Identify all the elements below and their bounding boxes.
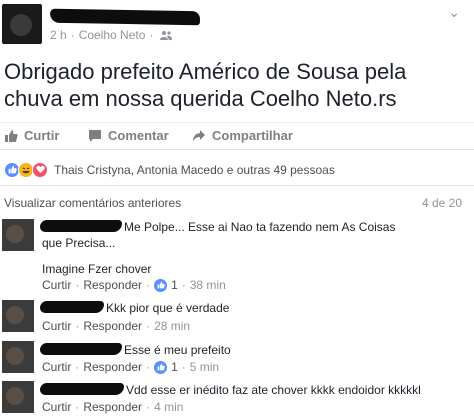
previous-comments-row: Visualizar comentários anteriores 4 de 2… [4,196,466,210]
view-previous-comments-link[interactable]: Visualizar comentários anteriores [4,196,181,210]
comment-reaction-count[interactable]: 1 [171,360,178,374]
comment-like-link[interactable]: Curtir [42,319,71,333]
comment-actions: Curtir · Responder · 1 · 5 min [42,360,220,374]
post-time[interactable]: 2 h [50,28,67,42]
comment-item: Esse é meu prefeito Curtir · Responder · 1… [0,337,474,377]
commenter-avatar[interactable] [2,341,34,373]
love-reaction-icon [32,161,48,178]
comment-like-link[interactable]: Curtir [42,400,71,414]
comment-text: Me Polpe... Esse ai Nao ta fazendo nem A… [42,220,396,250]
comment-text: Esse é meu prefeito [124,343,231,357]
author-avatar[interactable] [2,4,42,44]
comment-text: Kkk pior que é verdade [106,301,230,315]
post-text: Obrigado prefeito Américo de Sousa pela … [4,59,407,111]
friends-icon[interactable] [160,29,173,40]
commenter-name-redacted[interactable] [40,343,122,355]
comment-reply-link[interactable]: Responder [83,319,142,333]
comment-text-extra: Imagine Fzer chover [42,262,152,276]
comment-like-link[interactable]: Curtir [42,360,71,374]
like-reaction-icon [154,278,168,292]
share-label: Compartilhar [212,128,293,143]
chevron-down-icon[interactable]: ⌄ [448,4,460,21]
post-header: 2 h · Coelho Neto · ⌄ [0,0,474,48]
commenter-avatar[interactable] [2,219,34,251]
comment-actions: Curtir · Responder · 4 min [42,400,184,414]
post-actions: Curtir Comentar Compartilhar [0,122,474,150]
comment-time[interactable]: 28 min [154,319,190,333]
share-button[interactable]: Compartilhar [192,128,293,143]
comment-icon [89,129,101,142]
thumbs-up-icon [5,129,18,142]
comment-text: Vdd esse er inédito faz ate chover kkkk … [126,383,421,397]
comment-reply-link[interactable]: Responder [83,400,142,414]
like-reaction-icon [154,360,168,374]
like-label: Curtir [24,128,60,143]
comment-reply-link[interactable]: Responder [83,360,142,374]
commenter-name-redacted[interactable] [40,301,104,313]
comment-actions: Curtir · Responder · 28 min [42,319,191,333]
comment-item: Kkk pior que é verdade Curtir · Responder… [0,296,474,336]
commenter-avatar[interactable] [2,381,34,413]
comments-count: 4 de 20 [421,196,462,210]
comment-label: Comentar [108,128,169,143]
post-meta: 2 h · Coelho Neto · [50,28,173,42]
comment-time[interactable]: 38 min [190,278,226,292]
reactions-text[interactable]: Thais Cristyna, Antonia Macedo e outras … [54,163,335,177]
comment-time[interactable]: 4 min [154,400,183,414]
comment-like-link[interactable]: Curtir [42,278,71,292]
commenter-avatar[interactable] [2,300,34,332]
comment-actions: Curtir · Responder · 1 · 38 min [42,278,226,292]
comment-item: Me Polpe... Esse ai Nao ta fazendo nem A… [0,215,474,295]
comment-button[interactable]: Comentar [88,128,169,143]
commenter-name-redacted[interactable] [40,383,124,395]
reactions-summary[interactable]: Thais Cristyna, Antonia Macedo e outras … [0,154,474,186]
post-location[interactable]: Coelho Neto [79,28,146,42]
comment-reaction-count[interactable]: 1 [171,278,178,292]
like-button[interactable]: Curtir [4,128,59,143]
share-arrow-icon [193,129,205,142]
comment-time[interactable]: 5 min [190,360,219,374]
comment-reply-link[interactable]: Responder [83,278,142,292]
author-name-redacted[interactable] [49,8,201,26]
comment-item: Vdd esse er inédito faz ate chover kkkk … [0,378,474,418]
